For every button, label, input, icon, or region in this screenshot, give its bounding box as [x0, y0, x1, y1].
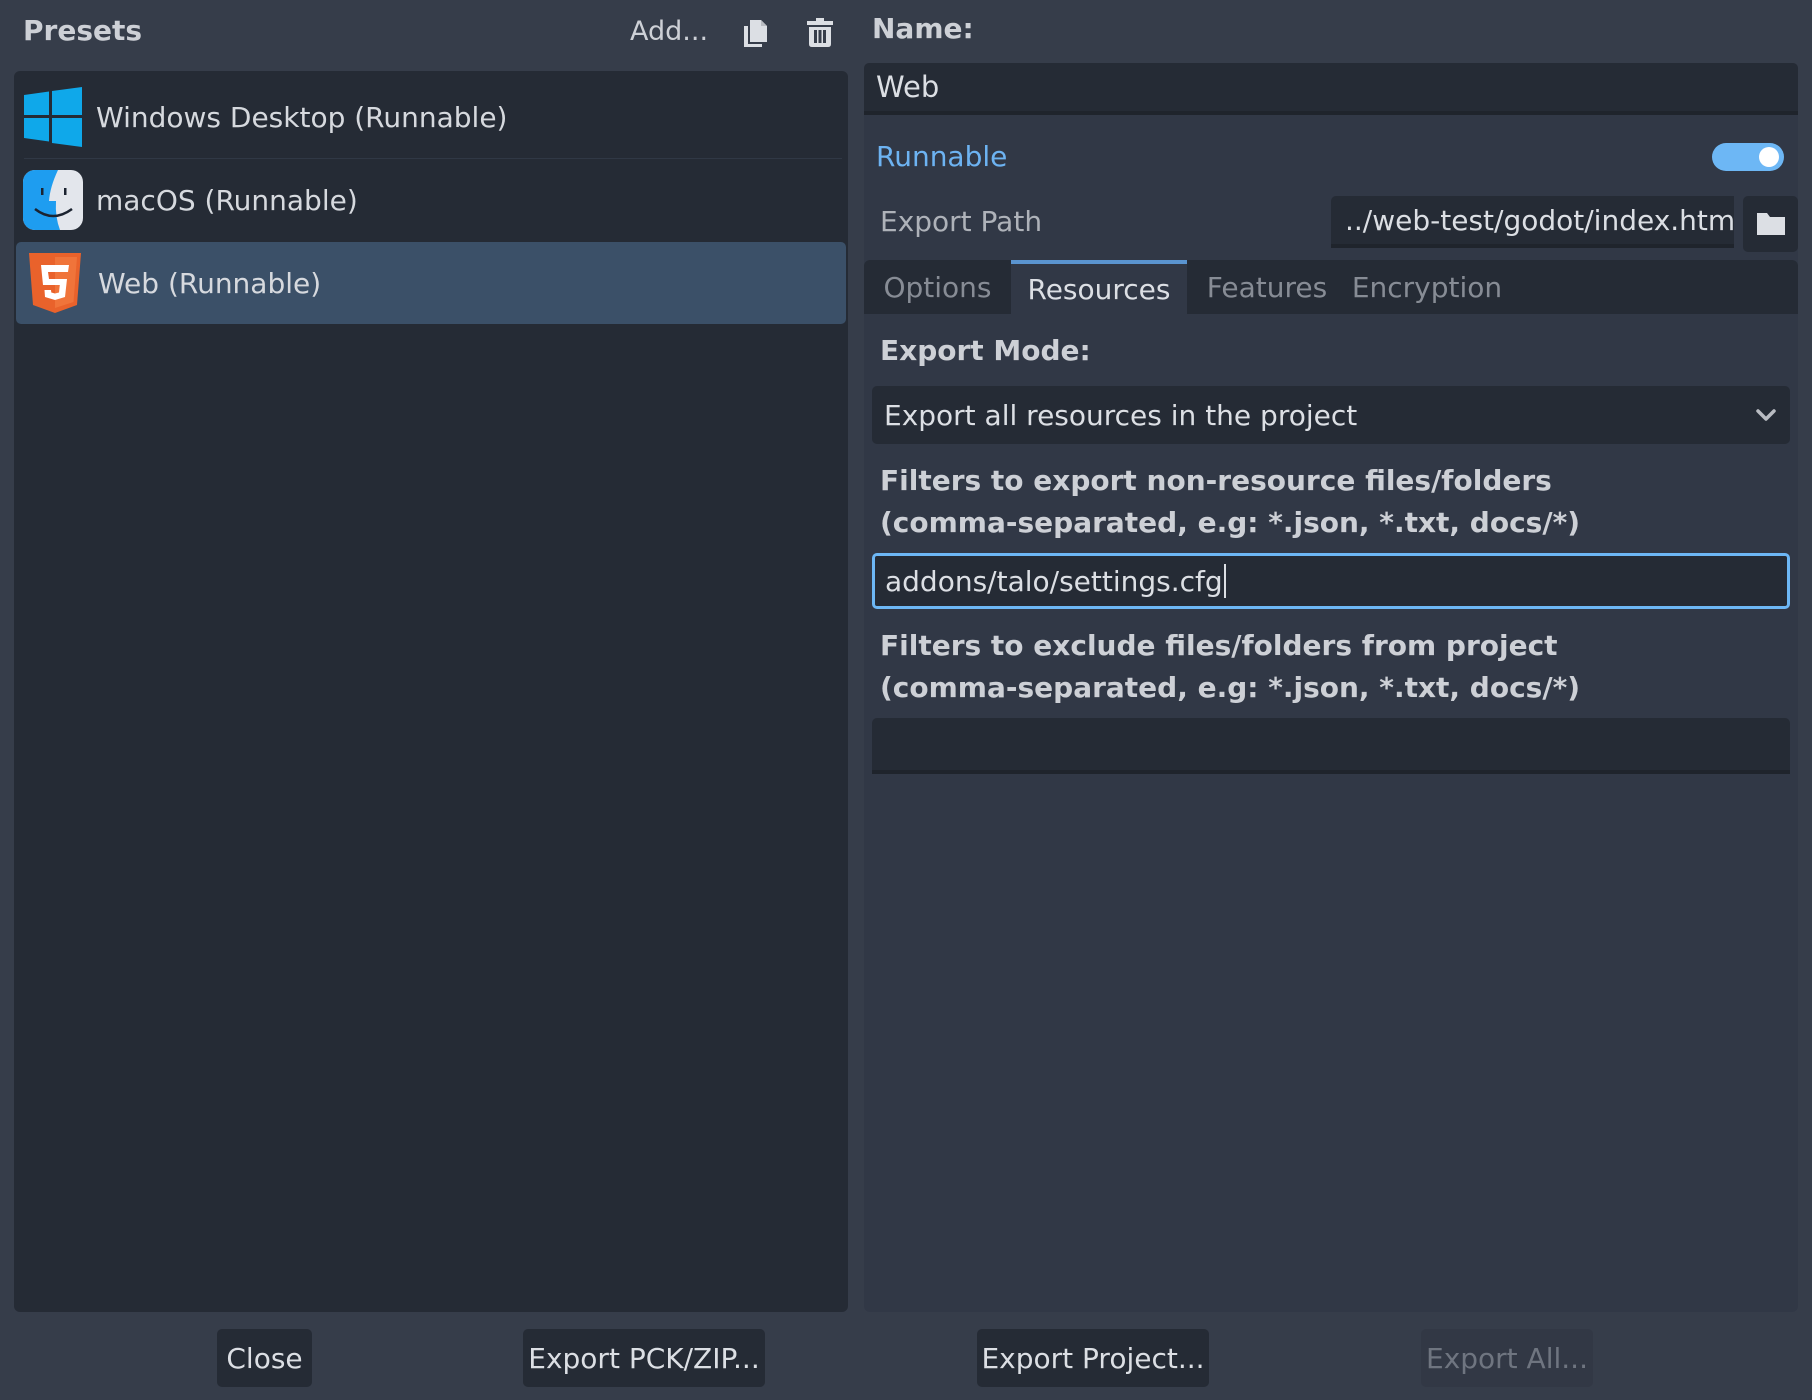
tab-features[interactable]: Features: [1187, 260, 1347, 314]
export-mode-select[interactable]: Export all resources in the project: [872, 386, 1790, 444]
export-mode-label: Export Mode:: [880, 334, 1091, 367]
tab-resources[interactable]: Resources: [1011, 260, 1187, 314]
preset-item-web[interactable]: Web (Runnable): [16, 242, 846, 324]
duplicate-icon: [744, 20, 767, 47]
runnable-toggle[interactable]: [1712, 143, 1784, 171]
name-label: Name:: [872, 12, 974, 45]
include-filters-label: Filters to export non-resource files/fol…: [880, 460, 1580, 544]
runnable-label: Runnable: [876, 140, 1008, 173]
export-path-input[interactable]: ../web-test/godot/index.html: [1331, 196, 1734, 248]
export-pck-zip-button[interactable]: Export PCK/ZIP...: [523, 1329, 765, 1387]
trash-icon: [807, 18, 833, 47]
export-all-button[interactable]: Export All...: [1421, 1329, 1593, 1387]
export-path-label: Export Path: [880, 205, 1043, 238]
preset-item-windows[interactable]: Windows Desktop (Runnable): [14, 76, 848, 158]
macos-finder-icon: [23, 170, 83, 230]
windows-logo-icon: [24, 87, 82, 147]
exclude-filters-label-line2: (comma-separated, e.g: *.json, *.txt, do…: [880, 671, 1581, 704]
include-filters-label-line1: Filters to export non-resource files/fol…: [880, 464, 1552, 497]
text-caret: [1223, 564, 1226, 598]
preset-item-label: Windows Desktop (Runnable): [96, 100, 508, 134]
tab-encryption[interactable]: Encryption: [1347, 260, 1507, 314]
exclude-filters-input[interactable]: [872, 718, 1790, 774]
tab-options[interactable]: Options: [864, 260, 1011, 314]
preset-item-label: macOS (Runnable): [96, 183, 358, 217]
include-filters-input[interactable]: addons/talo/settings.cfg: [872, 553, 1790, 609]
tab-bar: Options Resources Features Encryption: [864, 260, 1798, 314]
name-input[interactable]: Web: [864, 63, 1798, 115]
toggle-knob: [1759, 147, 1779, 167]
exclude-filters-label-line1: Filters to exclude files/folders from pr…: [880, 629, 1558, 662]
preset-item-label: Web (Runnable): [98, 266, 322, 300]
preset-list: Windows Desktop (Runnable) macOS (Runnab…: [14, 71, 848, 1312]
preset-item-macos[interactable]: macOS (Runnable): [14, 159, 848, 241]
add-preset-button[interactable]: Add...: [630, 16, 708, 47]
folder-icon: [1756, 213, 1785, 235]
export-mode-value: Export all resources in the project: [884, 398, 1358, 432]
include-filters-label-line2: (comma-separated, e.g: *.json, *.txt, do…: [880, 506, 1581, 539]
include-filters-value: addons/talo/settings.cfg: [885, 564, 1223, 598]
browse-folder-button[interactable]: [1743, 196, 1798, 252]
duplicate-preset-button[interactable]: [738, 15, 774, 51]
delete-preset-button[interactable]: [802, 15, 838, 51]
chevron-down-icon: [1756, 409, 1776, 421]
presets-title: Presets: [23, 14, 143, 47]
exclude-filters-label: Filters to exclude files/folders from pr…: [880, 625, 1580, 709]
export-project-button[interactable]: Export Project...: [977, 1329, 1209, 1387]
html5-icon: [29, 253, 81, 313]
close-button[interactable]: Close: [217, 1329, 312, 1387]
